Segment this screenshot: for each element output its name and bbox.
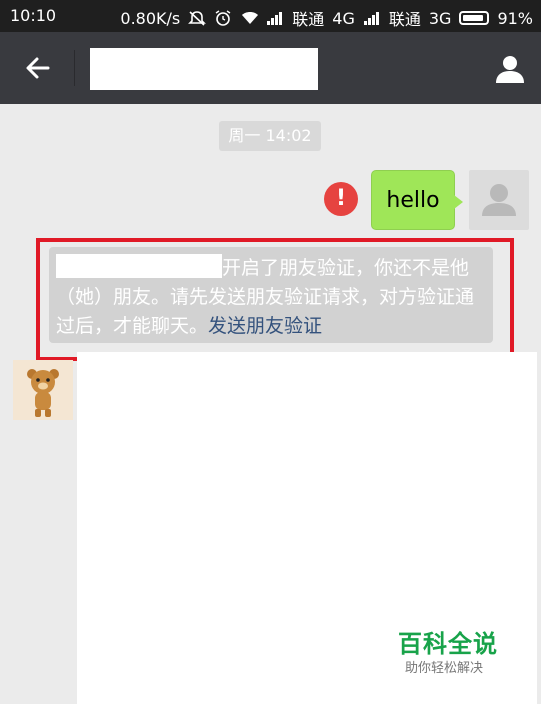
chat-timestamp: 周一 14:02 — [219, 121, 321, 151]
outgoing-message-text: hello — [386, 187, 440, 213]
back-button[interactable] — [18, 50, 58, 86]
network-speed: 0.80K/s — [120, 8, 181, 28]
outgoing-message-bubble[interactable]: hello — [371, 170, 463, 230]
friend-verification-notice: 开启了朋友验证，你还不是他（她）朋友。请先发送朋友验证请求，对方验证通过后，才能… — [49, 247, 493, 343]
send-verification-link[interactable]: 发送朋友验证 — [208, 315, 322, 337]
self-avatar[interactable] — [469, 170, 529, 230]
wifi-icon — [240, 10, 259, 26]
network-type-2: 3G — [428, 8, 452, 28]
mute-icon — [188, 10, 207, 26]
bear-avatar-icon — [13, 360, 73, 420]
alarm-icon — [214, 10, 232, 26]
header-divider — [74, 50, 75, 86]
status-time: 10:10 — [10, 6, 57, 25]
arrow-left-icon — [26, 57, 50, 79]
default-avatar-icon — [482, 184, 516, 216]
carrier-1: 联通 — [292, 10, 325, 29]
chat-title-redacted — [90, 48, 318, 90]
signal-icon — [363, 10, 381, 26]
chat-header — [0, 32, 541, 104]
person-icon — [496, 56, 524, 83]
watermark-title: 百科全说 — [398, 630, 498, 658]
contact-name-redacted — [56, 254, 222, 278]
signal-icon — [266, 10, 284, 26]
battery-level: 91% — [497, 8, 533, 28]
status-bar: 10:10 0.80K/s 联通 4G 联通 3G 91% — [0, 0, 541, 32]
send-failed-icon[interactable]: ! — [324, 182, 358, 216]
profile-button[interactable] — [489, 48, 531, 90]
status-right: 0.80K/s 联通 4G 联通 3G 91% — [120, 6, 533, 30]
watermark-subtitle: 助你轻松解决 — [405, 661, 484, 676]
network-type-1: 4G — [332, 8, 355, 28]
friend-avatar[interactable] — [13, 360, 73, 420]
battery-icon — [459, 11, 490, 25]
carrier-2: 联通 — [388, 10, 421, 29]
